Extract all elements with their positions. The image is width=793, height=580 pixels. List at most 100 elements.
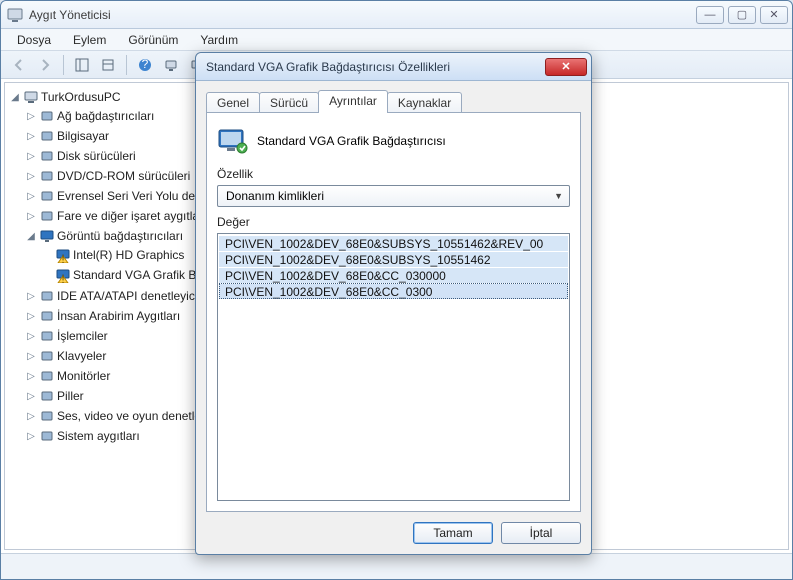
properties-dialog: Standard VGA Grafik Bağdaştırıcısı Özell…	[195, 52, 592, 555]
expand-icon[interactable]: ▷	[25, 190, 37, 202]
expand-icon[interactable]: ▷	[25, 210, 37, 222]
tree-root-label: TurkOrdusuPC	[41, 90, 121, 104]
category-icon	[39, 128, 55, 144]
value-label: Değer	[217, 215, 570, 229]
tab-genel[interactable]: Genel	[206, 92, 260, 113]
category-icon	[39, 388, 55, 404]
tree-item-label: İnsan Arabirim Aygıtları	[57, 309, 180, 323]
scan-hardware-button[interactable]	[159, 54, 183, 76]
tab-ayrıntılar[interactable]: Ayrıntılar	[318, 90, 388, 113]
category-icon	[39, 308, 55, 324]
expand-icon[interactable]: ▷	[25, 170, 37, 182]
minimize-button[interactable]: —	[696, 6, 724, 24]
tree-item-label: Disk sürücüleri	[57, 149, 136, 163]
tree-item-label: Fare ve diğer işaret aygıtları	[57, 209, 206, 223]
expand-spacer	[41, 269, 53, 281]
app-icon	[7, 7, 23, 23]
category-icon	[39, 408, 55, 424]
property-combobox[interactable]: Donanım kimlikleri ▼	[217, 185, 570, 207]
category-icon	[39, 428, 55, 444]
expand-icon[interactable]: ▷	[25, 150, 37, 162]
tree-child-label: Intel(R) HD Graphics	[73, 248, 184, 262]
menu-action[interactable]: Eylem	[63, 31, 116, 49]
dialog-titlebar: Standard VGA Grafik Bağdaştırıcısı Özell…	[196, 53, 591, 81]
device-header: Standard VGA Grafik Bağdaştırıcısı	[217, 123, 570, 159]
expand-icon[interactable]: ▷	[25, 410, 37, 422]
titlebar: Aygıt Yöneticisi — ▢ ✕	[1, 1, 792, 29]
hardware-id-item[interactable]: PCI\VEN_1002&DEV_68E0&CC_030000	[219, 267, 568, 283]
tree-item-label: Klavyeler	[57, 349, 106, 363]
expand-icon[interactable]: ◢	[25, 230, 37, 242]
tree-item-label: Bilgisayar	[57, 129, 109, 143]
nav-forward-button	[33, 54, 57, 76]
display-adapter-icon	[217, 125, 249, 157]
property-label: Özellik	[217, 167, 570, 181]
svg-text:?: ?	[142, 58, 149, 71]
svg-text:!: !	[61, 252, 64, 263]
maximize-button[interactable]: ▢	[728, 6, 756, 24]
tree-item-label: IDE ATA/ATAPI denetleyicileri	[57, 289, 214, 303]
dialog-title: Standard VGA Grafik Bağdaştırıcısı Özell…	[206, 60, 450, 74]
chevron-down-icon: ▼	[554, 191, 563, 201]
svg-text:!: !	[61, 272, 64, 283]
expand-icon[interactable]: ▷	[25, 330, 37, 342]
close-button[interactable]: ✕	[760, 6, 788, 24]
cancel-button[interactable]: İptal	[501, 522, 581, 544]
tab-kaynaklar[interactable]: Kaynaklar	[387, 92, 462, 113]
device-icon: !	[55, 267, 71, 283]
tree-item-label: İşlemciler	[57, 329, 108, 343]
category-icon	[39, 148, 55, 164]
menu-file[interactable]: Dosya	[7, 31, 61, 49]
expand-icon[interactable]: ▷	[25, 130, 37, 142]
tree-item-label: DVD/CD-ROM sürücüleri	[57, 169, 190, 183]
tree-item-label: Sistem aygıtları	[57, 429, 140, 443]
tree-item-label: Görüntü bağdaştırıcıları	[57, 229, 183, 243]
help-button[interactable]: ?	[133, 54, 157, 76]
category-icon	[39, 328, 55, 344]
tree-item-label: Monitörler	[57, 369, 110, 383]
expand-icon[interactable]: ▷	[25, 430, 37, 442]
ok-button[interactable]: Tamam	[413, 522, 493, 544]
toolbar-separator	[63, 55, 64, 75]
expand-icon[interactable]: ▷	[25, 110, 37, 122]
category-icon	[39, 168, 55, 184]
menubar: Dosya Eylem Görünüm Yardım	[1, 29, 792, 51]
dialog-close-button[interactable]: ✕	[545, 58, 587, 76]
computer-icon	[23, 89, 39, 105]
collapse-icon[interactable]: ◢	[9, 91, 21, 103]
category-icon	[39, 108, 55, 124]
category-icon	[39, 348, 55, 364]
property-selected-text: Donanım kimlikleri	[226, 189, 324, 203]
hardware-id-item[interactable]: PCI\VEN_1002&DEV_68E0&CC_0300	[219, 283, 568, 299]
hardware-id-item[interactable]: PCI\VEN_1002&DEV_68E0&SUBSYS_10551462	[219, 251, 568, 267]
tab-sürücü[interactable]: Sürücü	[259, 92, 319, 113]
menu-help[interactable]: Yardım	[190, 31, 248, 49]
category-icon	[39, 368, 55, 384]
window-title: Aygıt Yöneticisi	[29, 8, 111, 22]
toolbar-separator	[126, 55, 127, 75]
expand-icon[interactable]: ▷	[25, 290, 37, 302]
tabstrip: GenelSürücüAyrıntılarKaynaklar	[206, 89, 581, 113]
show-hide-tree-button[interactable]	[70, 54, 94, 76]
expand-spacer	[41, 249, 53, 261]
device-icon: !	[55, 247, 71, 263]
menu-view[interactable]: Görünüm	[118, 31, 188, 49]
properties-button[interactable]	[96, 54, 120, 76]
expand-icon[interactable]: ▷	[25, 370, 37, 382]
tab-page-details: Standard VGA Grafik Bağdaştırıcısı Özell…	[206, 113, 581, 512]
category-icon	[39, 208, 55, 224]
category-icon	[39, 288, 55, 304]
category-icon	[39, 188, 55, 204]
window-controls: — ▢ ✕	[696, 6, 788, 24]
expand-icon[interactable]: ▷	[25, 350, 37, 362]
dialog-button-row: Tamam İptal	[206, 522, 581, 544]
nav-back-button	[7, 54, 31, 76]
category-icon	[39, 228, 55, 244]
hardware-id-item[interactable]: PCI\VEN_1002&DEV_68E0&SUBSYS_10551462&RE…	[219, 235, 568, 251]
dialog-body: GenelSürücüAyrıntılarKaynaklar Standard …	[196, 81, 591, 554]
expand-icon[interactable]: ▷	[25, 390, 37, 402]
device-name-label: Standard VGA Grafik Bağdaştırıcısı	[257, 134, 446, 148]
value-listbox[interactable]: PCI\VEN_1002&DEV_68E0&SUBSYS_10551462&RE…	[217, 233, 570, 501]
expand-icon[interactable]: ▷	[25, 310, 37, 322]
tree-item-label: Piller	[57, 389, 84, 403]
